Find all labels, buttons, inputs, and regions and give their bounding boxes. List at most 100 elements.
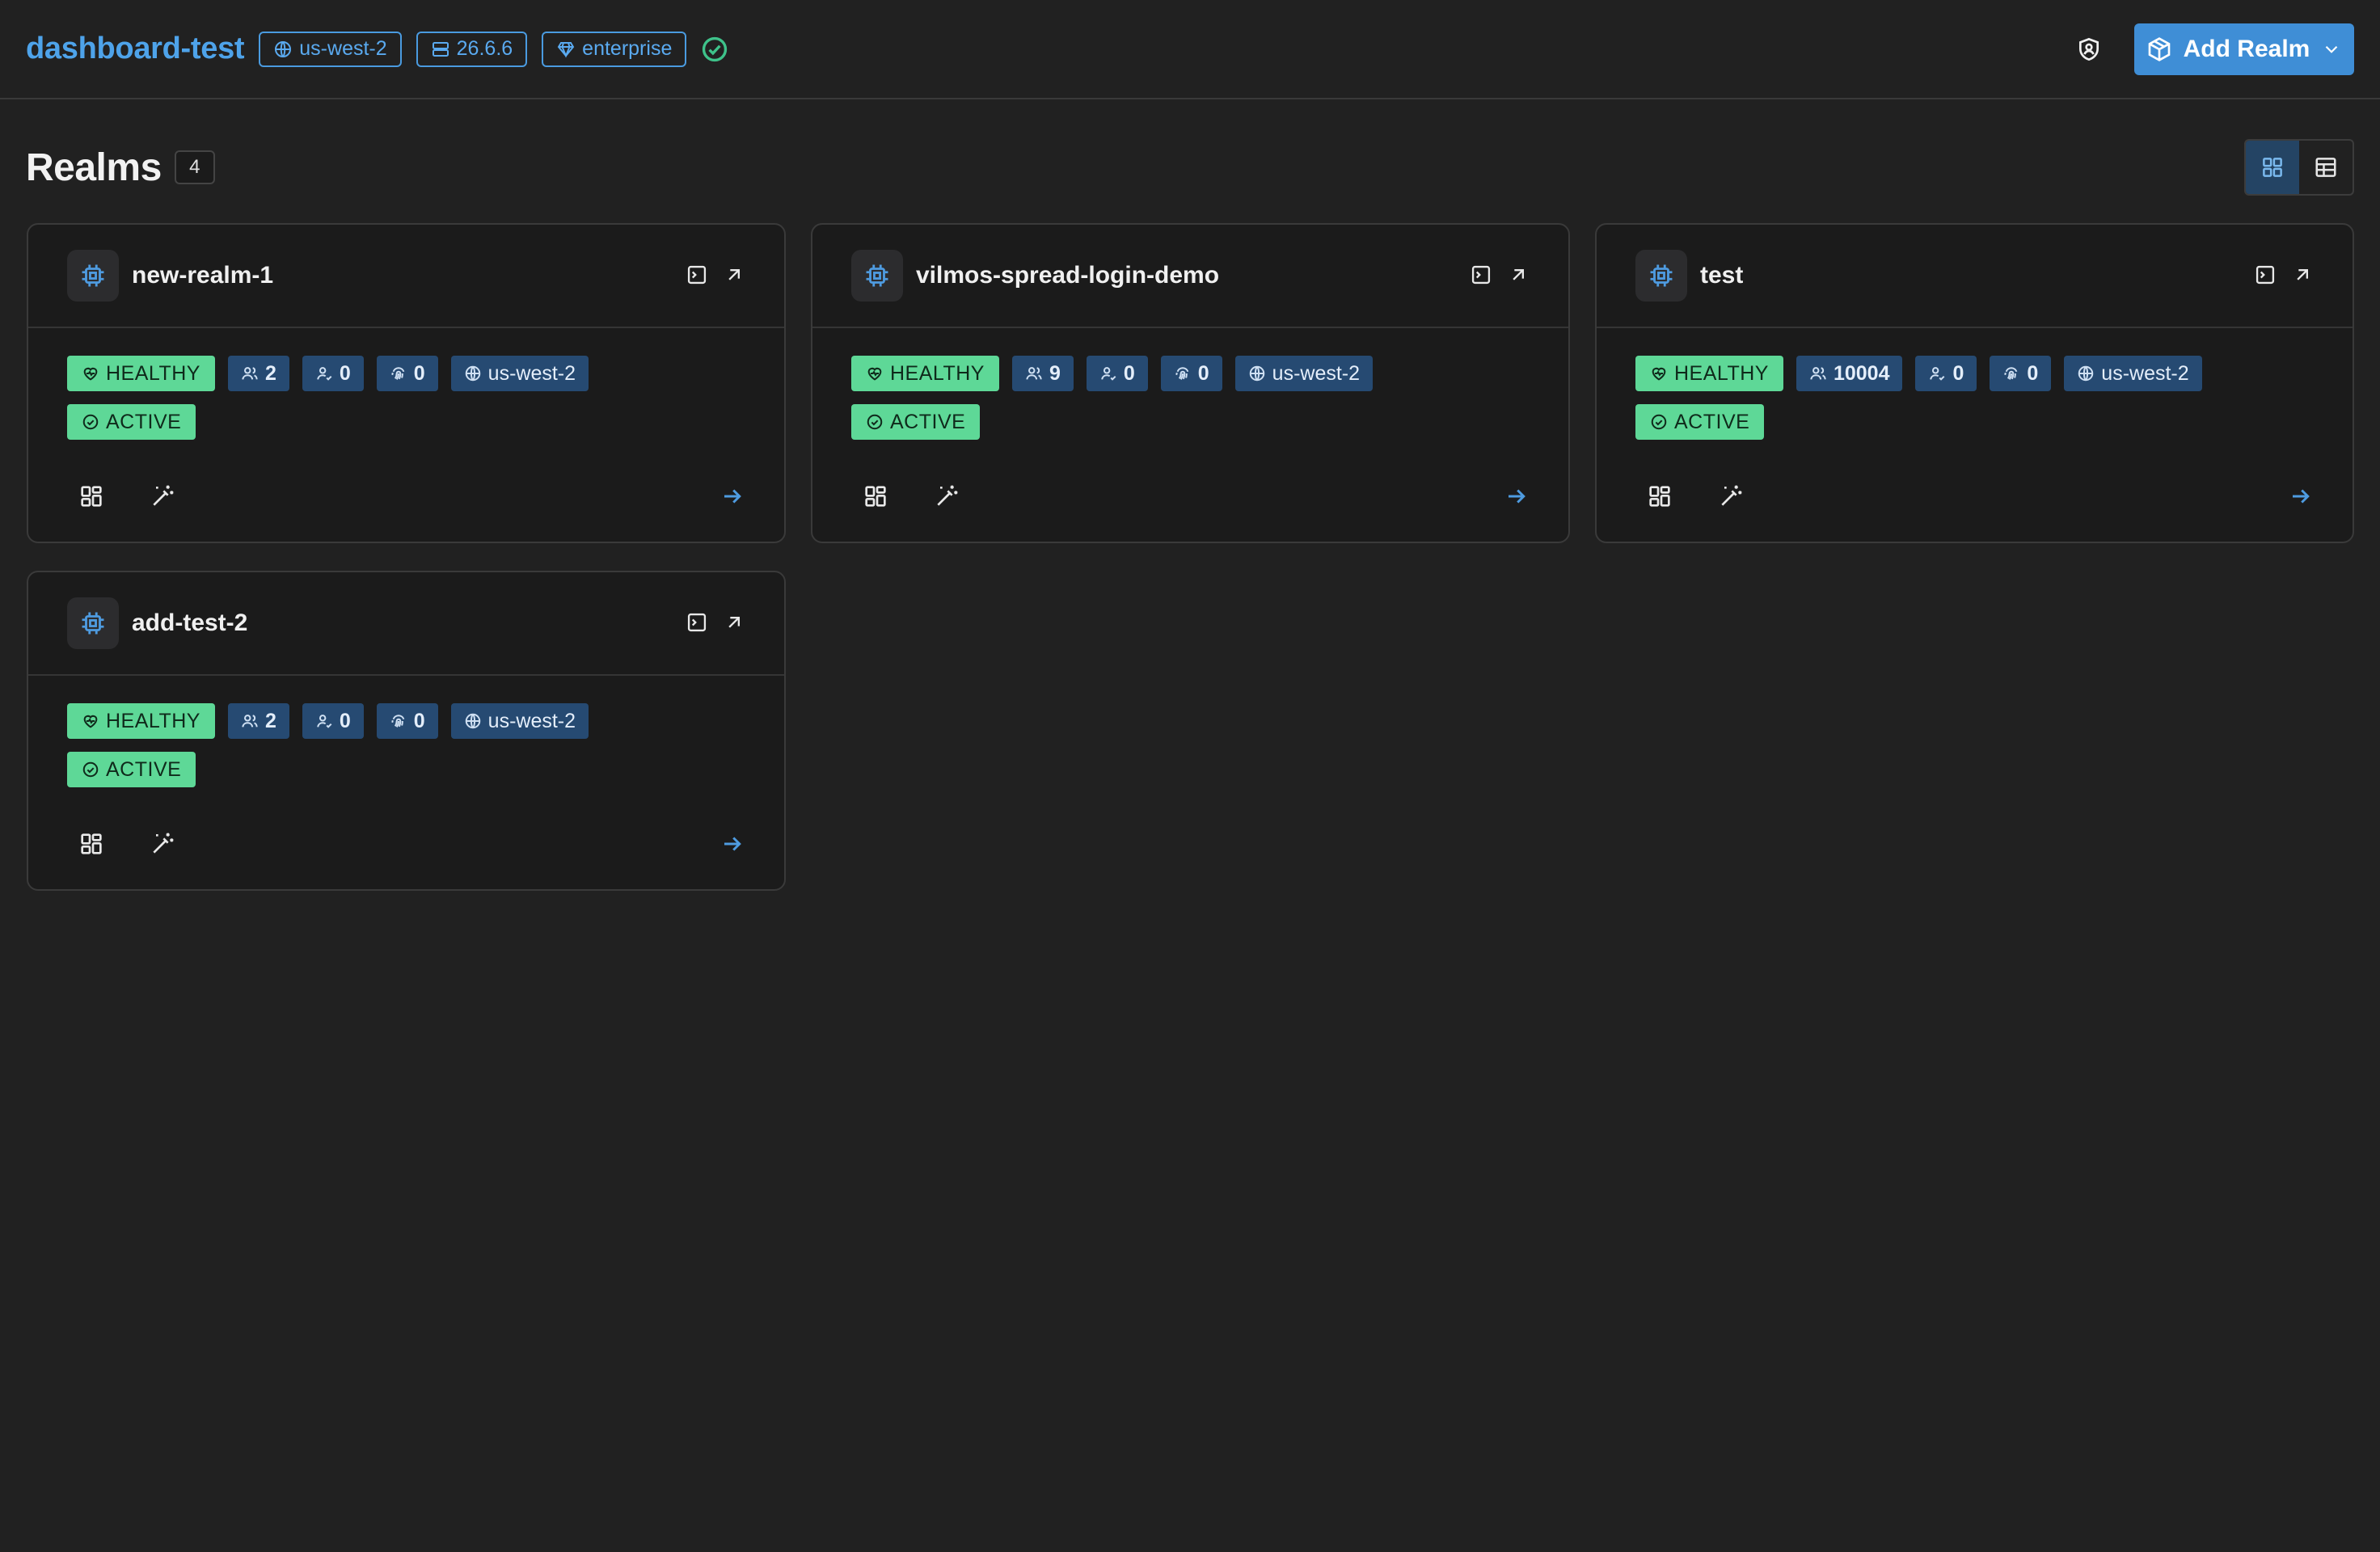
realm-card-header: test — [1597, 225, 2353, 328]
app-title[interactable]: dashboard-test — [26, 32, 245, 66]
cpu-icon — [1635, 250, 1687, 302]
arrow-right-icon[interactable] — [1494, 474, 1539, 519]
version-chip: 26.6.6 — [416, 31, 528, 67]
realm-card-footer — [851, 474, 1539, 519]
realm-card[interactable]: add-test-2 HEALTHY 2 0 0 us-west-2 ACTIV… — [27, 571, 786, 891]
users-icon — [1810, 367, 1826, 380]
table-view-button[interactable] — [2299, 141, 2353, 194]
clients-badge: 0 — [1160, 356, 1222, 391]
users-icon — [1026, 367, 1042, 380]
fingerprint-icon — [391, 367, 405, 380]
clients-count: 0 — [413, 361, 425, 385]
user-check-icon — [317, 367, 332, 381]
top-bar: dashboard-test us-west-2 26.6.6 enterpri… — [0, 0, 2380, 99]
clients-badge: 0 — [1990, 356, 2052, 391]
realm-card-footer — [1635, 474, 2323, 519]
edition-chip: enterprise — [542, 31, 687, 67]
chevron-down-icon[interactable] — [2321, 39, 2342, 60]
region-chip-label: us-west-2 — [299, 37, 387, 60]
arrow-right-icon[interactable] — [2278, 474, 2323, 519]
magic-wand-icon[interactable] — [138, 474, 187, 519]
status-badge: ACTIVE — [1635, 404, 1765, 440]
dashboard-icon[interactable] — [67, 821, 116, 867]
health-badge: HEALTHY — [1635, 356, 1783, 391]
region-badge: us-west-2 — [1234, 356, 1374, 391]
fingerprint-icon — [391, 715, 405, 728]
external-link-icon[interactable] — [1507, 264, 1531, 288]
magic-wand-icon[interactable] — [1707, 474, 1755, 519]
heart-pulse-icon — [83, 715, 98, 728]
add-realm-button[interactable]: Add Realm — [2134, 23, 2354, 75]
grid-view-button[interactable] — [2246, 141, 2299, 194]
shield-user-icon — [2076, 36, 2102, 62]
page-title: Realms — [26, 146, 162, 189]
sessions-badge: 0 — [302, 703, 364, 739]
external-link-icon[interactable] — [723, 611, 747, 635]
cpu-icon — [851, 250, 903, 302]
health-label: HEALTHY — [106, 709, 200, 732]
terminal-icon[interactable] — [1470, 264, 1494, 288]
magic-wand-icon[interactable] — [138, 821, 187, 867]
realm-card-header: new-realm-1 — [28, 225, 784, 328]
fingerprint-icon — [1175, 367, 1189, 380]
region-label: us-west-2 — [2101, 361, 2189, 385]
realm-name[interactable]: new-realm-1 — [132, 262, 273, 289]
users-badge: 9 — [1011, 356, 1074, 391]
clients-badge: 0 — [376, 703, 438, 739]
realm-card-header: add-test-2 — [28, 572, 784, 676]
realm-card[interactable]: new-realm-1 HEALTHY 2 0 0 us-west-2 ACTI… — [27, 223, 786, 543]
version-chip-label: 26.6.6 — [456, 37, 513, 60]
terminal-icon[interactable] — [686, 264, 710, 288]
realm-name[interactable]: add-test-2 — [132, 609, 247, 637]
heart-pulse-icon — [83, 367, 98, 381]
clients-badge: 0 — [376, 356, 438, 391]
sessions-count: 0 — [1952, 361, 1964, 385]
health-badge: HEALTHY — [851, 356, 999, 391]
status-label: ACTIVE — [106, 757, 182, 781]
terminal-icon[interactable] — [686, 611, 710, 635]
health-label: HEALTHY — [890, 361, 985, 385]
region-label: us-west-2 — [487, 361, 576, 385]
terminal-icon[interactable] — [2254, 264, 2278, 288]
status-badge: ACTIVE — [67, 752, 196, 787]
arrow-right-icon[interactable] — [710, 474, 755, 519]
realm-name[interactable]: test — [1700, 262, 1743, 289]
dashboard-icon[interactable] — [1635, 474, 1684, 519]
users-count: 9 — [1049, 361, 1061, 385]
dashboard-icon[interactable] — [851, 474, 900, 519]
sessions-count: 0 — [339, 709, 351, 732]
realm-name[interactable]: vilmos-spread-login-demo — [916, 262, 1219, 289]
users-icon — [242, 715, 258, 728]
status-badge: ACTIVE — [851, 404, 981, 440]
arrow-right-icon[interactable] — [710, 821, 755, 867]
dashboard-icon[interactable] — [67, 474, 116, 519]
server-icon — [431, 40, 450, 59]
check-circle-icon — [1651, 414, 1667, 430]
region-badge: us-west-2 — [450, 703, 589, 739]
globe-icon — [465, 365, 480, 382]
table-icon — [2314, 155, 2338, 179]
status-label: ACTIVE — [1674, 410, 1750, 433]
user-check-icon — [1101, 367, 1116, 381]
clients-count: 0 — [1197, 361, 1209, 385]
realm-card[interactable]: test HEALTHY 10004 0 0 us-west-2 ACTIVE — [1595, 223, 2354, 543]
realm-card-header: vilmos-spread-login-demo — [812, 225, 1568, 328]
package-icon — [2146, 36, 2172, 62]
health-label: HEALTHY — [1674, 361, 1769, 385]
globe-icon — [465, 713, 480, 729]
external-link-icon[interactable] — [2291, 264, 2315, 288]
diamond-icon — [556, 40, 576, 59]
edition-chip-label: enterprise — [582, 37, 673, 60]
users-badge: 10004 — [1796, 356, 1903, 391]
user-check-icon — [1930, 367, 1945, 381]
realm-card[interactable]: vilmos-spread-login-demo HEALTHY 9 0 0 u… — [811, 223, 1570, 543]
health-badge: HEALTHY — [67, 356, 215, 391]
realm-tags: HEALTHY 10004 0 0 us-west-2 ACTIVE — [1635, 356, 2320, 453]
realm-count-badge: 4 — [174, 150, 215, 184]
status-badge: ACTIVE — [67, 404, 196, 440]
users-badge: 2 — [227, 703, 289, 739]
security-button[interactable] — [2066, 27, 2112, 72]
external-link-icon[interactable] — [723, 264, 747, 288]
users-count: 2 — [264, 709, 276, 732]
magic-wand-icon[interactable] — [922, 474, 971, 519]
